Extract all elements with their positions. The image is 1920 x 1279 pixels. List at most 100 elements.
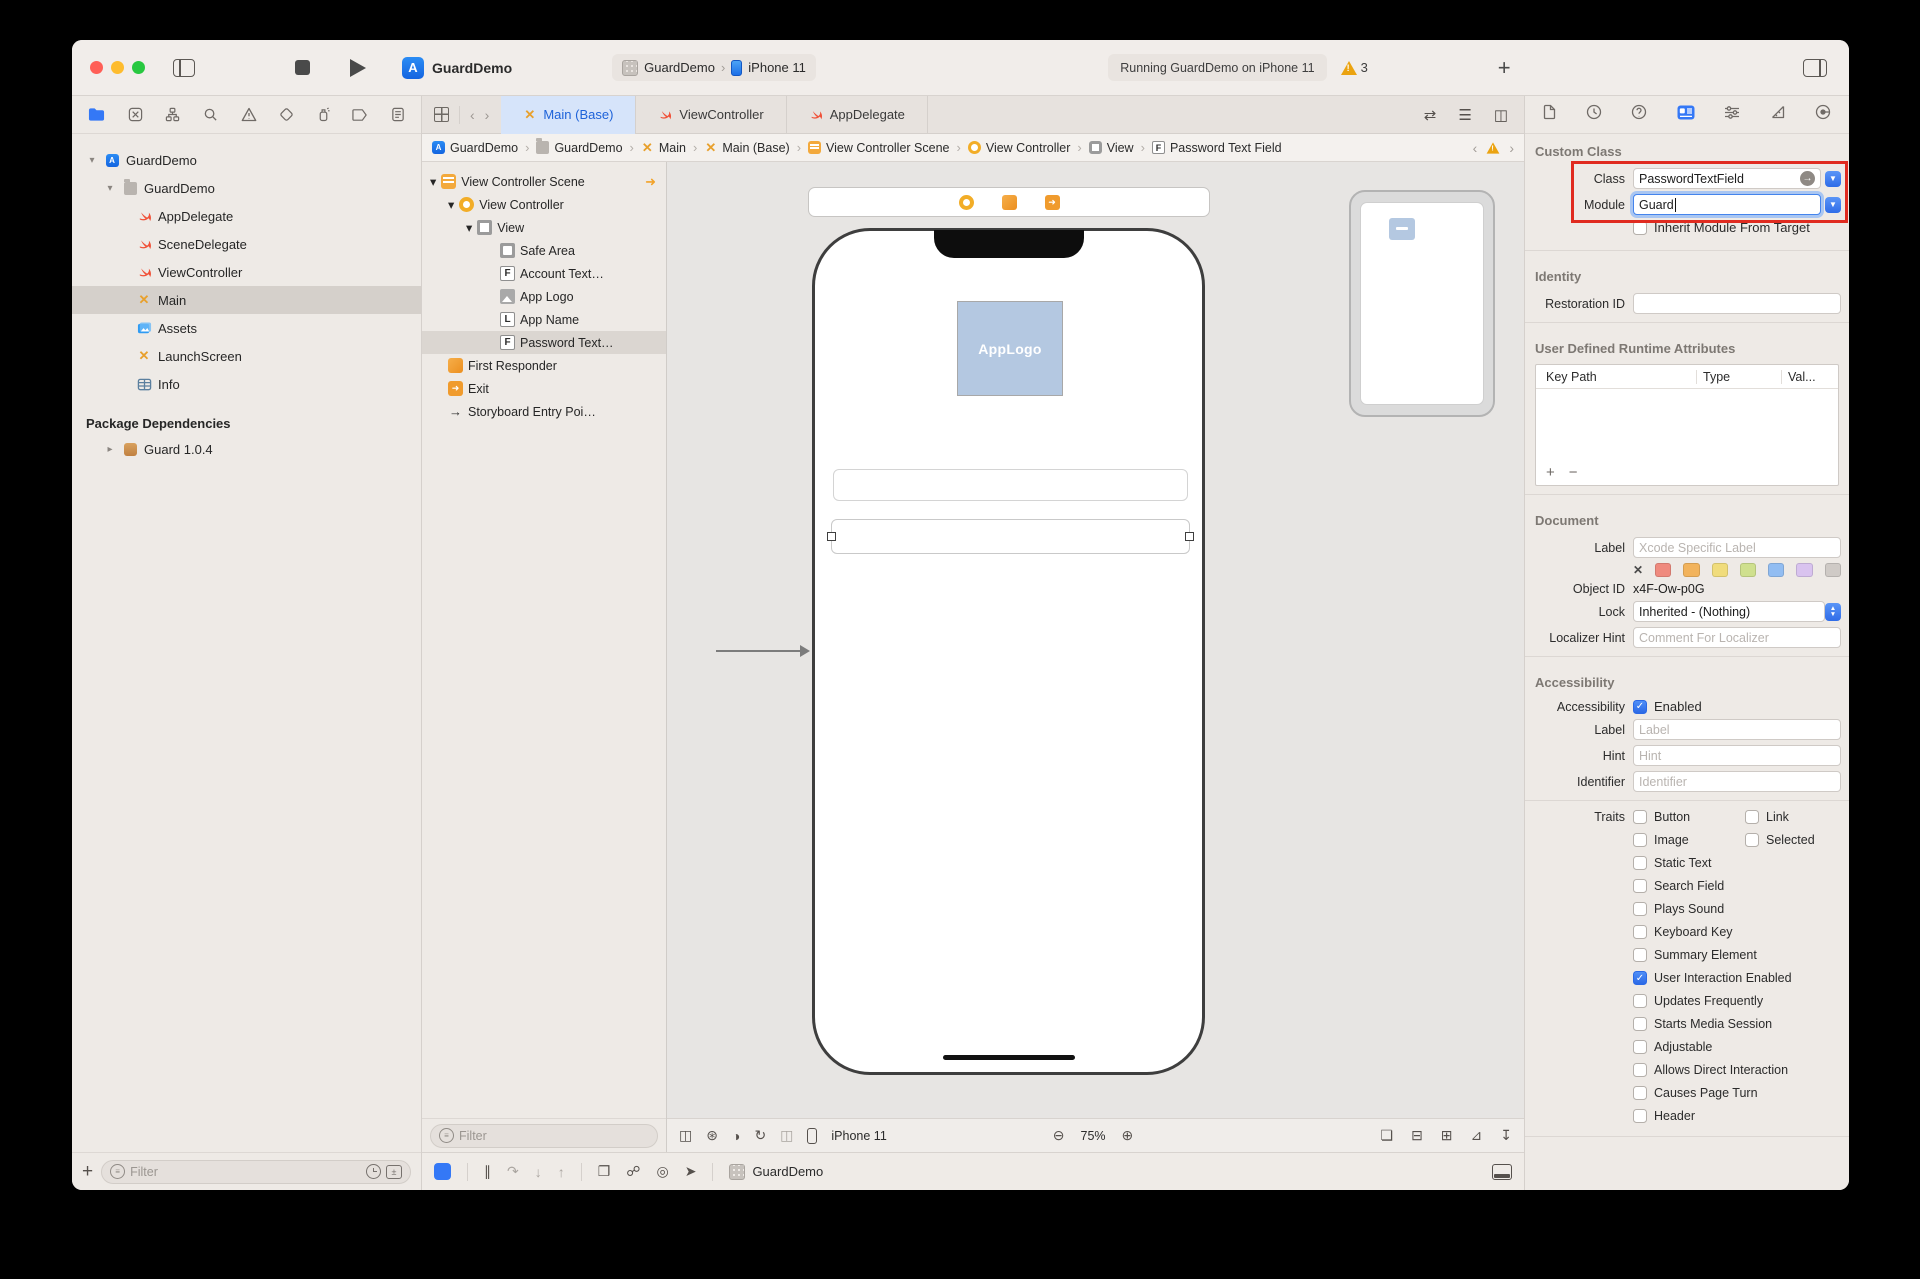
color-swatch-green[interactable] <box>1740 563 1756 577</box>
jumpbar-item-viewcontroller[interactable]: View Controller <box>968 141 1071 155</box>
console-toggle-icon[interactable] <box>1492 1164 1512 1180</box>
outline-row-password-textfield-selected[interactable]: F Password Text… <box>422 331 666 354</box>
localizer-hint-field[interactable] <box>1633 627 1841 648</box>
adaptation-icon[interactable]: ◫ <box>780 1127 793 1144</box>
scheme-destination-label[interactable]: iPhone 11 <box>748 60 806 75</box>
jumpbar-item-main[interactable]: ✕Main <box>641 141 686 155</box>
a11y-hint-field[interactable] <box>1633 745 1841 766</box>
trait-updates-frequently[interactable]: ✓Updates Frequently <box>1633 993 1849 1009</box>
outline-row-app-name[interactable]: L App Name <box>422 308 666 331</box>
pause-execution-icon[interactable]: ∥ <box>484 1163 491 1180</box>
add-file-button[interactable]: + <box>82 1161 93 1183</box>
lock-dropdown[interactable]: Inherited - (Nothing) <box>1633 601 1825 622</box>
trait-header[interactable]: ✓Header <box>1633 1108 1849 1124</box>
simulate-location-icon[interactable]: ➤ <box>685 1163 697 1180</box>
outline-row-view[interactable]: ▾ View <box>422 216 666 239</box>
jumpbar-item-project[interactable]: AGuardDemo <box>432 141 518 155</box>
disclosure-open-icon[interactable]: ▾ <box>466 220 472 235</box>
breakpoints-toggle-icon[interactable] <box>434 1163 451 1180</box>
module-dropdown-icon[interactable]: ▼ <box>1825 197 1841 213</box>
trait-adjustable[interactable]: ✓Adjustable <box>1633 1039 1849 1055</box>
outline-filter-input[interactable] <box>459 1129 649 1143</box>
editor-options-icon[interactable]: ☰ <box>1458 106 1471 124</box>
color-swatch-orange[interactable] <box>1683 563 1699 577</box>
trait-image[interactable]: ✓Image <box>1633 832 1745 848</box>
breakpoint-navigator-icon[interactable] <box>352 108 368 122</box>
runtime-attributes-table[interactable]: Key Path Type Val... + − <box>1535 364 1839 486</box>
step-out-icon[interactable]: ↑ <box>558 1164 565 1180</box>
navigator-filter-input[interactable] <box>130 1165 361 1179</box>
class-dropdown-icon[interactable]: ▼ <box>1825 171 1841 187</box>
resolve-autolayout-icon[interactable]: ⊿ <box>1471 1127 1483 1144</box>
outline-row-view-controller[interactable]: ▾ View Controller <box>422 193 666 216</box>
view-hierarchy-debugger-icon[interactable]: ❐ <box>598 1163 611 1180</box>
trait-link[interactable]: ✓Link <box>1745 809 1849 825</box>
right-sidebar-toggle-icon[interactable] <box>1803 59 1827 77</box>
no-color-button[interactable]: ✕ <box>1633 563 1643 577</box>
scm-status-filter-icon[interactable]: ± <box>386 1165 402 1179</box>
outline-row-account-textfield[interactable]: F Account Text… <box>422 262 666 285</box>
zoom-window-button[interactable] <box>132 61 145 74</box>
a11y-label-input[interactable] <box>1639 723 1835 737</box>
outline-row-scene[interactable]: ▾ View Controller Scene ➜ <box>422 170 666 193</box>
attributes-inspector-icon[interactable] <box>1724 105 1740 125</box>
issue-warning-icon[interactable] <box>1487 142 1500 153</box>
zoom-in-icon[interactable]: ⊕ <box>1122 1127 1134 1144</box>
trait-selected[interactable]: ✓Selected <box>1745 832 1849 848</box>
device-icon[interactable] <box>807 1128 817 1144</box>
symbol-navigator-icon[interactable] <box>165 107 180 122</box>
orientation-icon[interactable]: ↻ <box>754 1127 766 1144</box>
tree-row-main-selected[interactable]: ✕ Main <box>72 286 421 314</box>
zoom-level[interactable]: 75% <box>1081 1129 1106 1143</box>
class-field[interactable]: PasswordTextField → <box>1633 168 1821 189</box>
canvas-area[interactable]: ➜ AppLogo <box>667 162 1524 1118</box>
connections-inspector-icon[interactable] <box>1815 104 1831 125</box>
size-inspector-icon[interactable] <box>1770 104 1786 125</box>
disclosure-open-icon[interactable]: ▾ <box>448 197 454 212</box>
color-swatch-purple[interactable] <box>1796 563 1812 577</box>
trait-starts-media-session[interactable]: ✓Starts Media Session <box>1633 1016 1849 1032</box>
a11y-hint-input[interactable] <box>1639 749 1835 763</box>
remove-attribute-button[interactable]: − <box>1569 464 1578 481</box>
embed-icon[interactable]: ↧ <box>1500 1127 1512 1144</box>
resize-handle-right[interactable] <box>1185 532 1194 541</box>
document-label-field[interactable] <box>1633 537 1841 558</box>
checkbox-icon[interactable]: ✓ <box>1633 700 1647 714</box>
update-frames-icon[interactable]: ❏ <box>1381 1127 1394 1144</box>
add-attribute-button[interactable]: + <box>1546 464 1555 481</box>
scheme-selector[interactable]: GuardDemo › iPhone 11 <box>612 54 816 81</box>
related-items-icon[interactable] <box>434 107 449 122</box>
file-inspector-icon[interactable] <box>1543 104 1556 125</box>
account-text-field[interactable] <box>833 469 1188 501</box>
outline-row-entry-point[interactable]: → Storyboard Entry Poi… <box>422 400 666 423</box>
accessibility-inspector-icon[interactable]: ⊛ <box>706 1127 718 1144</box>
trait-static-text[interactable]: ✓Static Text <box>1633 855 1849 871</box>
localizer-hint-input[interactable] <box>1639 631 1835 645</box>
scene-goto-icon[interactable]: ➜ <box>645 174 662 190</box>
close-window-button[interactable] <box>90 61 103 74</box>
scheme-app-label[interactable]: GuardDemo <box>644 60 715 75</box>
lock-stepper-icon[interactable]: ▲▼ <box>1825 603 1841 621</box>
iphone-device-frame[interactable]: AppLogo <box>812 228 1205 1075</box>
outline-row-first-responder[interactable]: First Responder <box>422 354 666 377</box>
jumpbar-item-group[interactable]: GuardDemo <box>536 141 622 155</box>
tab-viewcontroller[interactable]: ViewController <box>636 96 786 134</box>
project-navigator-icon[interactable] <box>88 107 105 122</box>
debug-process-selector[interactable]: GuardDemo <box>729 1164 823 1180</box>
issue-navigator-icon[interactable] <box>241 107 257 122</box>
checkbox-icon[interactable]: ✓ <box>1633 221 1647 235</box>
source-control-navigator-icon[interactable] <box>128 107 143 122</box>
add-constraints-icon[interactable]: ⊞ <box>1441 1127 1453 1144</box>
jump-to-class-icon[interactable]: → <box>1800 171 1815 186</box>
canvas-device-label[interactable]: iPhone 11 <box>831 1129 886 1143</box>
run-button[interactable] <box>350 59 366 77</box>
help-inspector-icon[interactable] <box>1631 104 1647 125</box>
recent-files-icon[interactable] <box>366 1164 381 1179</box>
color-swatch-blue[interactable] <box>1768 563 1784 577</box>
module-field-focused[interactable]: Guard <box>1633 194 1821 215</box>
outline-filter-field[interactable]: ≡ <box>430 1124 658 1148</box>
color-swatch-red[interactable] <box>1655 563 1671 577</box>
outline-row-app-logo[interactable]: App Logo <box>422 285 666 308</box>
step-over-icon[interactable]: ↷ <box>507 1163 519 1180</box>
disclosure-open-icon[interactable]: ▾ <box>86 155 98 166</box>
